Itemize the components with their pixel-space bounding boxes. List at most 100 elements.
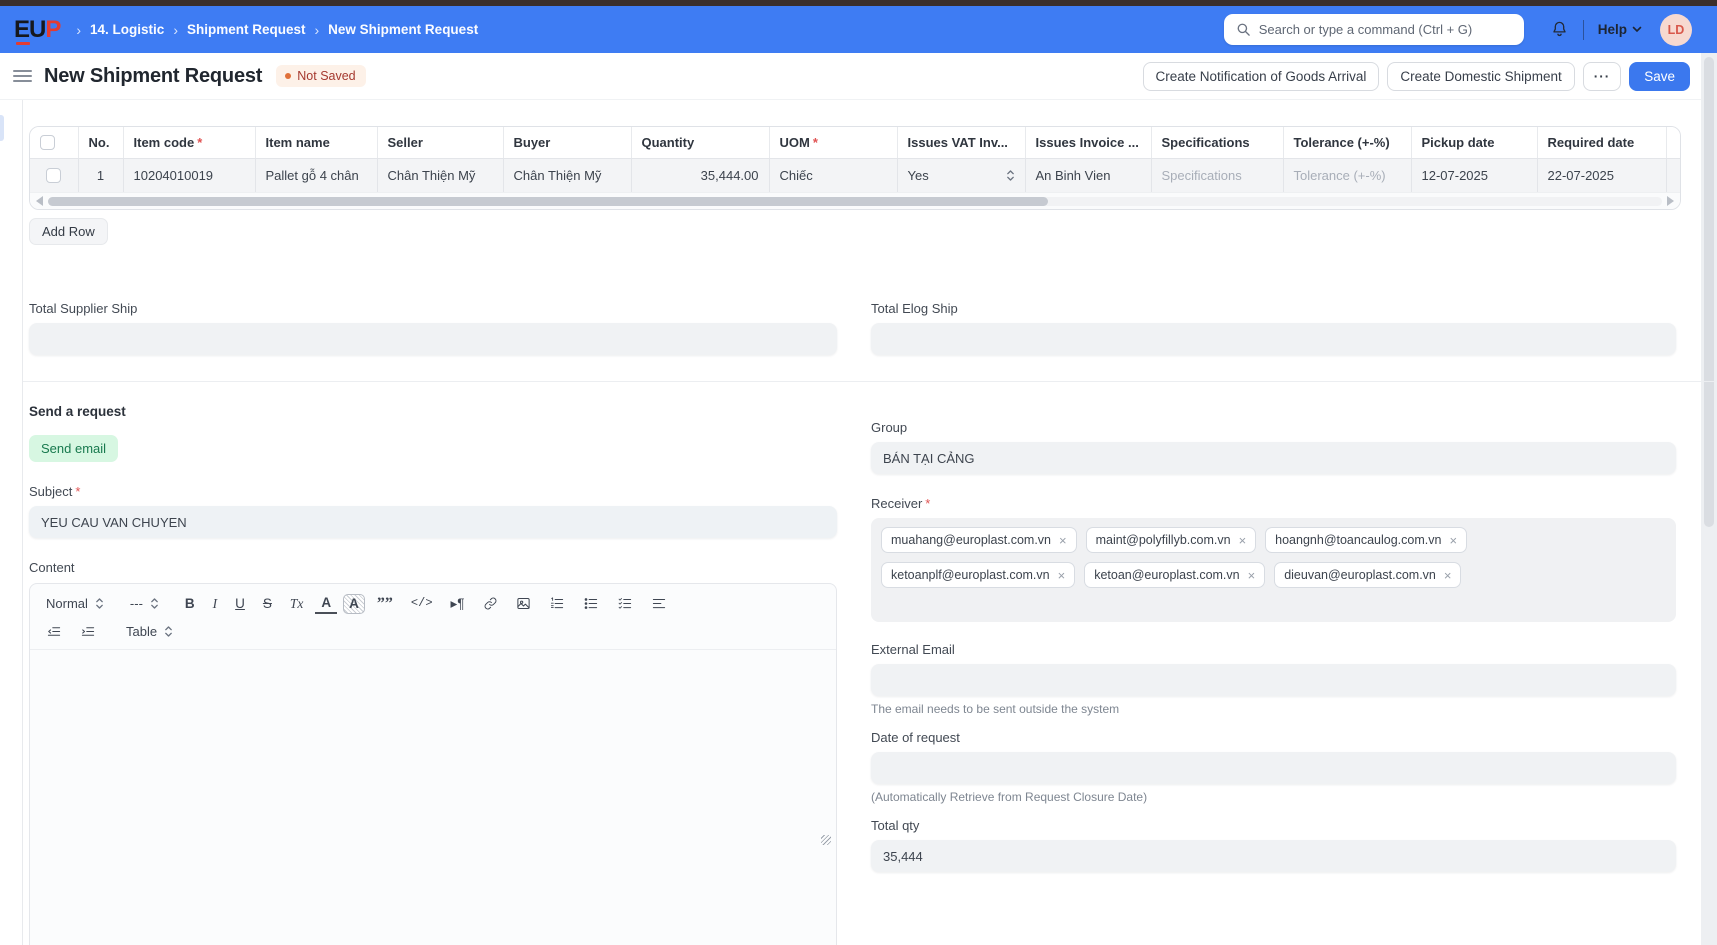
avatar[interactable]: LD [1660, 13, 1692, 46]
table-horizontal-scrollbar[interactable] [30, 192, 1680, 209]
cell-issues-invoice[interactable]: An Binh Vien [1025, 158, 1152, 192]
items-table: No. Item code * Item name Seller Buyer Qu… [29, 126, 1681, 210]
table-select[interactable]: Table [120, 621, 179, 642]
date-of-request-input[interactable] [871, 752, 1676, 784]
app-logo[interactable]: EU P [14, 16, 61, 45]
help-label: Help [1597, 22, 1627, 37]
help-menu[interactable]: Help [1598, 22, 1642, 37]
receiver-chip-list[interactable]: muahang@europlast.com.vn × maint@polyfilly… [871, 518, 1676, 622]
table-scrollbar-thumb[interactable] [48, 197, 1048, 206]
required-mark: * [812, 134, 818, 150]
section-divider [23, 381, 1717, 382]
cell-quantity[interactable]: 35,444.00 [631, 158, 770, 192]
chevron-down-icon [1632, 26, 1642, 33]
block-format-select[interactable]: Normal [40, 593, 110, 614]
bullet-list-icon[interactable] [577, 593, 605, 614]
cell-seller[interactable]: Chân Thiện Mỹ [377, 158, 504, 192]
divider-select[interactable]: --- [124, 593, 165, 614]
external-email-input[interactable] [871, 664, 1676, 696]
receiver-chip: maint@polyfillyb.com.vn × [1085, 527, 1257, 553]
cell-buyer[interactable]: Chân Thiện Mỹ [503, 158, 632, 192]
underline-icon[interactable]: U [229, 593, 251, 615]
search-input[interactable]: Search or type a command (Ctrl + G) [1223, 14, 1524, 45]
select-all-checkbox[interactable] [40, 135, 55, 151]
resize-handle-icon[interactable] [821, 835, 831, 845]
total-elog-ship-input[interactable] [871, 323, 1676, 355]
breadcrumb-item[interactable]: 14. Logistic [90, 22, 164, 37]
align-icon[interactable] [645, 593, 673, 614]
external-email-label: External Email [871, 642, 955, 657]
breadcrumb-separator-icon: › [173, 21, 178, 38]
receiver-email: ketoanplf@europlast.com.vn [891, 568, 1050, 582]
navbar-divider [1582, 19, 1584, 40]
editor-toolbar-row2-icons [40, 621, 102, 642]
add-row-button[interactable]: Add Row [29, 218, 108, 245]
col-buyer: Buyer [503, 127, 632, 159]
indent-icon[interactable] [74, 621, 102, 642]
clear-format-icon[interactable]: Tx [284, 593, 310, 615]
total-qty-label: Total qty [871, 818, 920, 833]
total-supplier-ship-input[interactable] [29, 323, 837, 355]
highlight-color-icon[interactable]: A [343, 593, 365, 614]
image-icon[interactable] [510, 593, 537, 614]
col-item-name: Item name [255, 127, 378, 159]
scroll-left-icon[interactable] [36, 196, 43, 206]
create-notification-goods-arrival-button[interactable]: Create Notification of Goods Arrival [1142, 61, 1380, 91]
receiver-email: ketoan@europlast.com.vn [1094, 568, 1240, 582]
cell-no: 1 [78, 158, 124, 192]
total-supplier-ship-label: Total Supplier Ship [29, 301, 138, 316]
row-checkbox[interactable] [46, 168, 62, 184]
breadcrumb-item[interactable]: Shipment Request [187, 22, 306, 37]
remove-receiver-icon[interactable]: × [1239, 534, 1247, 547]
save-button[interactable]: Save [1629, 61, 1690, 91]
remove-receiver-icon[interactable]: × [1449, 534, 1457, 547]
strikethrough-icon[interactable]: S [257, 593, 278, 615]
italic-icon[interactable]: I [207, 593, 224, 615]
remove-receiver-icon[interactable]: × [1248, 569, 1256, 582]
cell-issues-vat[interactable]: Yes [897, 158, 1026, 192]
send-email-button[interactable]: Send email [29, 435, 119, 462]
cell-item-name[interactable]: Pallet gỗ 4 chân [255, 158, 378, 192]
cell-uom[interactable]: Chiếc [769, 158, 898, 192]
bell-icon [1553, 21, 1566, 37]
bold-icon[interactable]: B [179, 593, 201, 615]
create-domestic-shipment-button[interactable]: Create Domestic Shipment [1387, 61, 1575, 91]
content-editor-body[interactable] [30, 649, 836, 945]
cell-required-date[interactable]: 22-07-2025 [1537, 158, 1667, 192]
link-icon[interactable] [477, 593, 504, 614]
group-input[interactable]: BÁN TẠI CẢNG [871, 442, 1676, 474]
remove-receiver-icon[interactable]: × [1444, 569, 1452, 582]
blockquote-icon[interactable]: ”” [371, 591, 399, 616]
cell-tolerance[interactable]: Tolerance (+-%) [1283, 158, 1412, 192]
cell-specifications[interactable]: Specifications [1151, 158, 1284, 192]
cell-item-code[interactable]: 10204010019 [123, 158, 256, 192]
subject-input[interactable]: YEU CAU VAN CHUYEN [29, 506, 837, 538]
total-qty-input[interactable]: 35,444 [871, 840, 1676, 872]
checklist-icon[interactable] [611, 593, 639, 614]
notifications-button[interactable] [1550, 20, 1569, 39]
send-request-heading: Send a request [29, 404, 126, 419]
breadcrumb-separator-icon: › [314, 21, 320, 38]
editor-toolbar-row2: Table [30, 619, 836, 649]
select-updown-icon [151, 598, 158, 609]
logo-underline [16, 41, 30, 45]
cell-pickup-date[interactable]: 12-07-2025 [1411, 158, 1538, 192]
sidebar-toggle-icon[interactable] [13, 70, 32, 82]
scroll-right-icon[interactable] [1667, 196, 1674, 206]
code-icon[interactable]: </> [405, 593, 439, 613]
text-color-icon[interactable]: A [315, 592, 338, 614]
receiver-label: Receiver * [871, 496, 931, 511]
outdent-icon[interactable] [40, 621, 68, 642]
receiver-chip: dieuvan@europlast.com.vn × [1274, 562, 1462, 588]
select-updown-icon [1006, 170, 1014, 181]
col-specifications: Specifications [1151, 127, 1284, 159]
date-of-request-label: Date of request [871, 730, 960, 745]
ordered-list-icon[interactable] [543, 593, 571, 614]
paragraph-icon[interactable]: ▸¶ [445, 593, 471, 615]
remove-receiver-icon[interactable]: × [1058, 569, 1066, 582]
status-dot-icon [285, 73, 292, 79]
remove-receiver-icon[interactable]: × [1059, 534, 1067, 547]
left-scroll-indicator [0, 115, 4, 141]
more-actions-button[interactable]: ··· [1582, 61, 1622, 91]
breadcrumb-item[interactable]: New Shipment Request [328, 22, 478, 37]
